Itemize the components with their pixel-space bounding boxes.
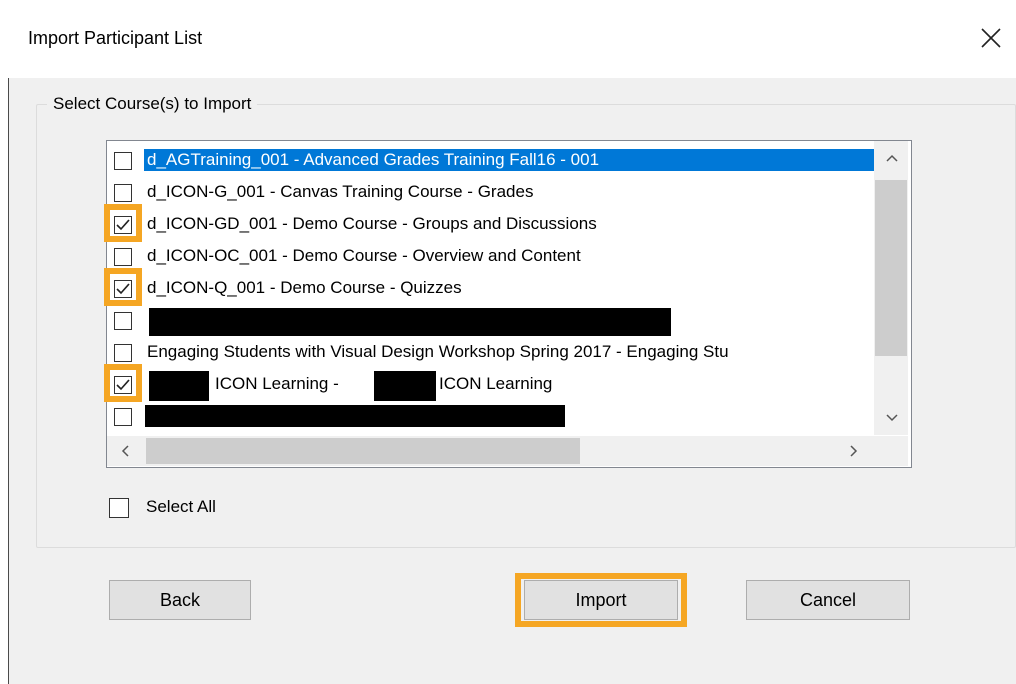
select-all-label[interactable]: Select All [146,497,216,517]
redacted-block [374,371,436,401]
dialog-title: Import Participant List [28,28,203,48]
course-checkbox[interactable] [114,248,132,266]
redacted-block [145,405,565,427]
select-all-checkbox[interactable] [109,498,129,518]
course-label: d_ICON-OC_001 - Demo Course - Overview a… [147,246,581,265]
course-label: d_ICON-Q_001 - Demo Course - Quizzes [147,278,462,297]
list-item[interactable]: ICON Learning - ICON Learning [111,369,881,401]
course-label: d_ICON-G_001 - Canvas Training Course - … [147,182,534,201]
course-label-part2: ICON Learning [439,374,553,393]
scroll-right-icon[interactable] [849,444,859,463]
list-item[interactable] [111,305,881,337]
highlight-box [104,268,142,306]
course-checkbox[interactable] [114,152,132,170]
scroll-corner [874,436,908,466]
list-item[interactable]: d_ICON-GD_001 - Demo Course - Groups and… [111,209,881,241]
course-label-part1: ICON Learning - [215,374,339,393]
highlight-box [104,204,142,242]
title-bar: Import Participant List [0,0,1016,78]
scroll-left-icon[interactable] [120,444,130,463]
course-label: d_AGTraining_001 - Advanced Grades Train… [144,149,878,171]
highlight-box [515,573,687,627]
back-button[interactable]: Back [109,580,251,620]
list-item[interactable]: d_ICON-Q_001 - Demo Course - Quizzes [111,273,881,305]
list-item[interactable]: d_ICON-G_001 - Canvas Training Course - … [111,177,881,209]
list-item[interactable]: d_ICON-OC_001 - Demo Course - Overview a… [111,241,881,273]
course-checkbox[interactable] [114,184,132,202]
scroll-down-icon[interactable] [885,410,899,428]
list-item[interactable] [111,401,881,433]
vertical-scroll-thumb[interactable] [875,180,907,356]
cancel-button[interactable]: Cancel [746,580,910,620]
list-item[interactable]: Engaging Students with Visual Design Wor… [111,337,881,369]
course-label: Engaging Students with Visual Design Wor… [147,342,729,361]
redacted-block [149,371,209,401]
horizontal-scroll-thumb[interactable] [146,438,580,464]
course-listbox[interactable]: d_AGTraining_001 - Advanced Grades Train… [106,140,912,468]
course-checkbox[interactable] [114,312,132,330]
redacted-block [149,308,671,336]
course-checkbox[interactable] [114,344,132,362]
course-checkbox[interactable] [114,408,132,426]
group-legend: Select Course(s) to Import [47,94,258,114]
close-icon[interactable] [970,18,1012,58]
list-item[interactable]: d_AGTraining_001 - Advanced Grades Train… [111,145,881,177]
scroll-up-icon[interactable] [885,150,899,168]
course-label: d_ICON-GD_001 - Demo Course - Groups and… [147,214,597,233]
import-participant-dialog: Import Participant List Select Course(s)… [0,0,1016,684]
highlight-box [104,364,142,402]
